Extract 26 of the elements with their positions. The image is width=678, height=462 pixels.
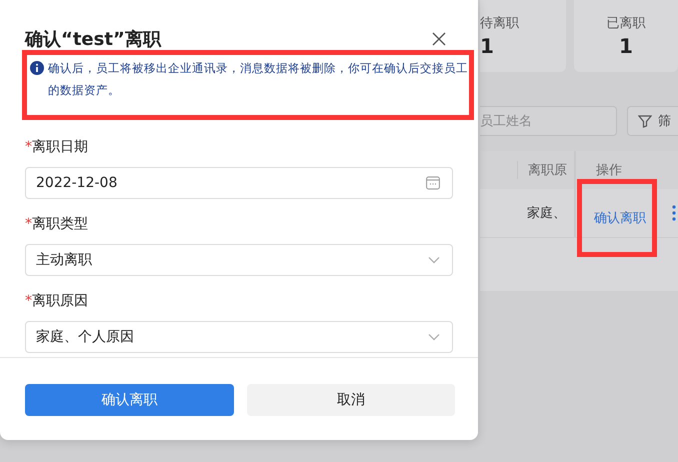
confirm-button[interactable]: 确认离职 [25, 384, 234, 416]
field-label: *离职日期 [25, 138, 89, 156]
filter-icon [638, 114, 652, 128]
close-button[interactable] [431, 31, 447, 47]
dialog-title: 确认“test”离职 [25, 28, 161, 51]
stat-label: 待离职 [480, 15, 519, 32]
field-label: *离职类型 [25, 215, 89, 233]
date-field[interactable]: 2022-12-08 [25, 167, 453, 199]
notice-text: 确认后，员工将被移出企业通讯录，消息数据将被删除，你可在确认后交接员工的数据资产。 [48, 60, 469, 99]
chevron-down-icon [428, 256, 440, 264]
column-header: 操作 [596, 162, 622, 179]
chevron-down-icon [428, 333, 440, 341]
stat-value: 1 [480, 34, 494, 58]
column-header: 离职原 [528, 162, 567, 179]
calendar-icon [426, 176, 440, 190]
search-placeholder: 员工姓名 [480, 113, 532, 130]
more-icon[interactable] [672, 205, 676, 221]
cancel-button[interactable]: 取消 [246, 384, 455, 416]
select-field[interactable]: 主动离职 [25, 244, 453, 276]
field-label: *离职原因 [25, 292, 89, 310]
select-field[interactable]: 家庭、个人原因 [25, 321, 453, 353]
table-cell-text: 家庭、 [527, 205, 566, 222]
stat-value: 1 [619, 34, 633, 58]
stat-label: 已离职 [606, 15, 646, 32]
filter-button[interactable]: 筛 [627, 106, 678, 136]
info-icon [30, 61, 44, 75]
